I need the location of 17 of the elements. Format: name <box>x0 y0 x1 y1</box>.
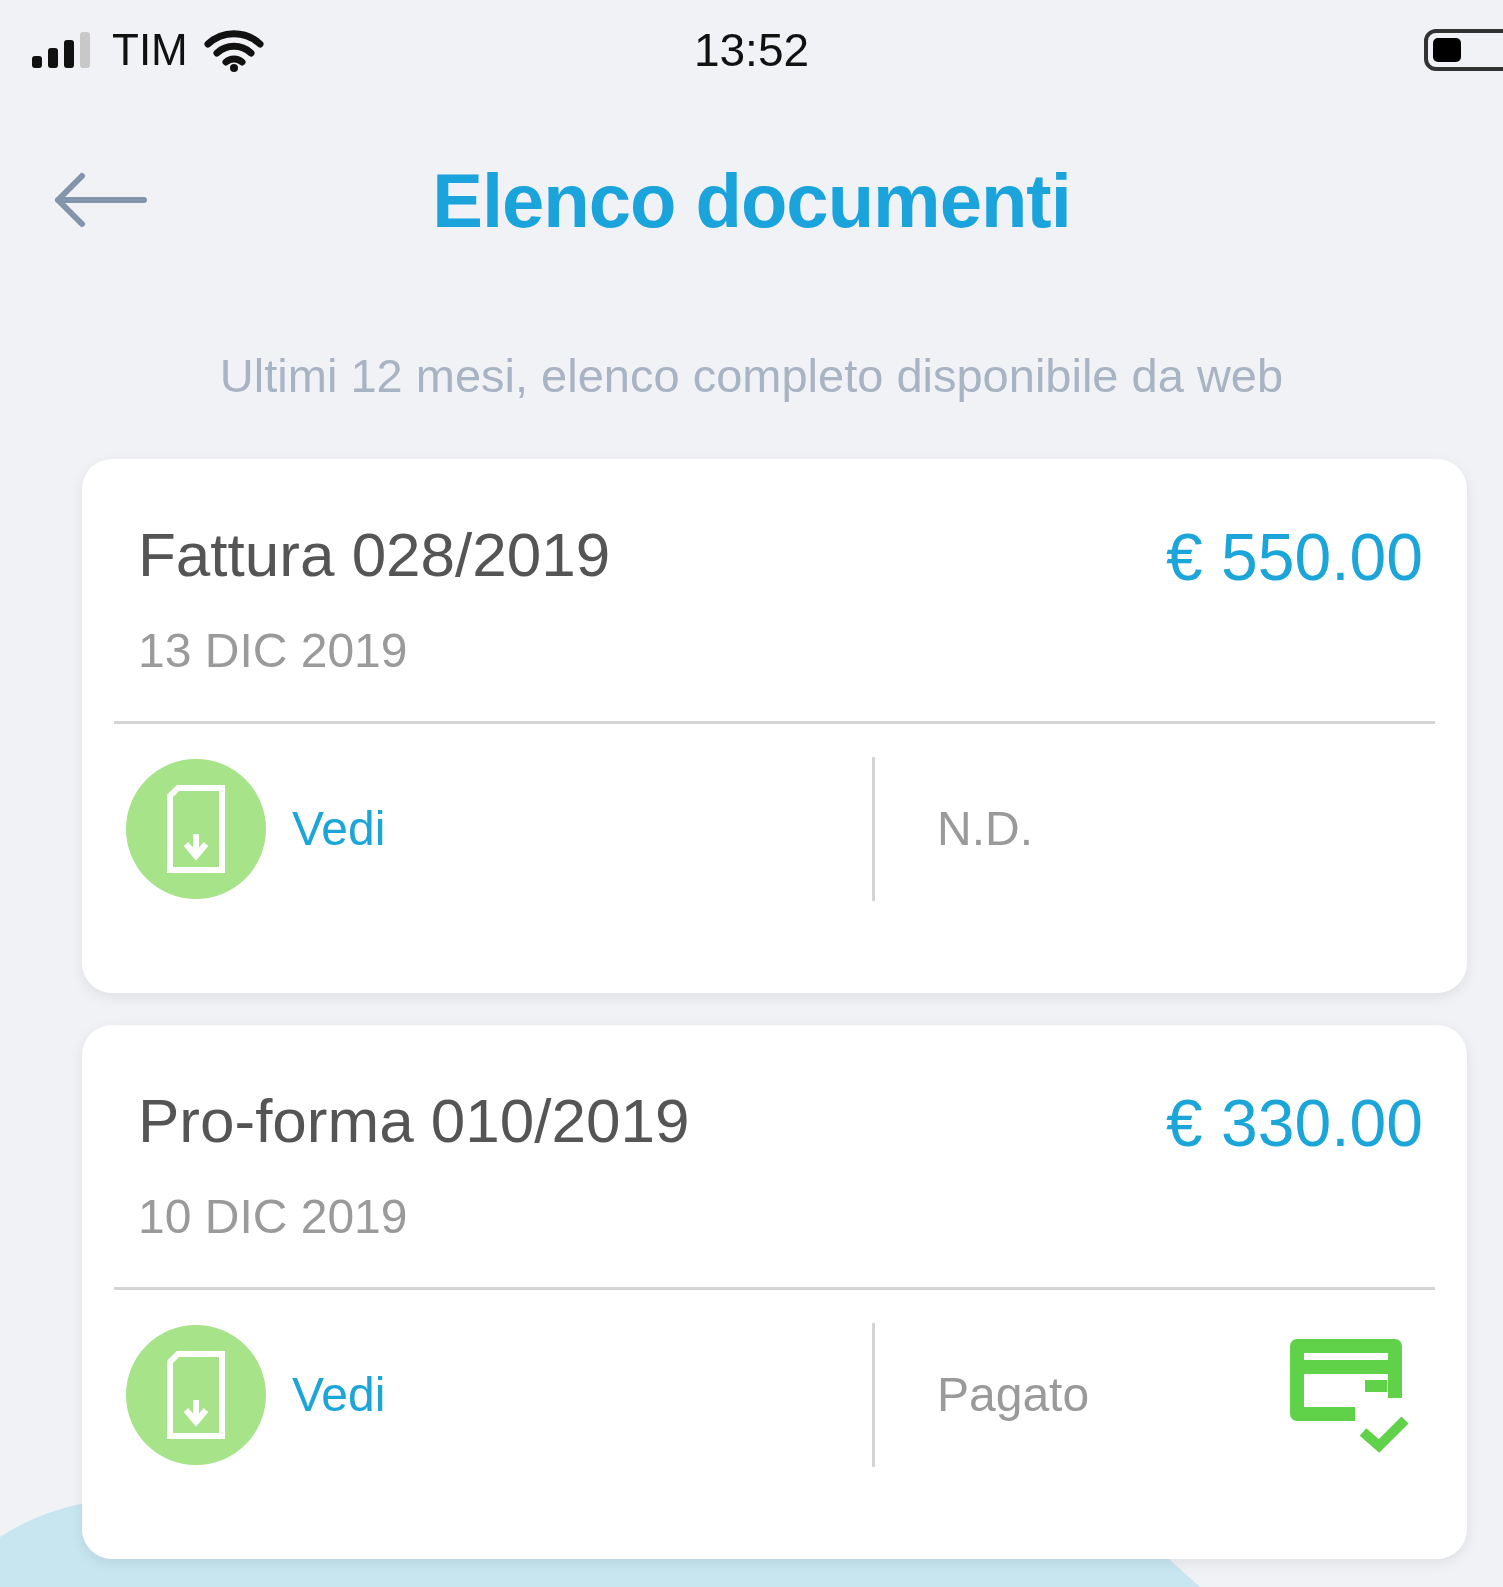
back-arrow-icon[interactable] <box>52 170 148 230</box>
document-date: 10 DIC 2019 <box>138 1189 409 1245</box>
document-title: Pro-forma 010/2019 <box>138 1087 690 1156</box>
document-title: Fattura 028/2019 <box>138 521 611 590</box>
status-time: 13:52 <box>692 23 811 77</box>
document-date: 13 DIC 2019 <box>138 623 409 679</box>
document-amount: € 330.00 <box>1166 1087 1423 1162</box>
carrier-name: TIM <box>112 25 188 75</box>
payment-status: N.D. <box>937 801 1033 856</box>
page-title: Elenco documenti <box>431 156 1072 244</box>
wifi-icon <box>203 28 264 72</box>
subtitle: Ultimi 12 mesi, elenco completo disponibile da web <box>218 348 1285 403</box>
view-link[interactable]: Vedi <box>292 801 386 856</box>
view-link[interactable]: Vedi <box>292 1367 386 1422</box>
document-amount: € 550.00 <box>1166 521 1423 596</box>
battery-icon <box>1423 28 1503 72</box>
payment-status: Pagato <box>937 1367 1090 1422</box>
